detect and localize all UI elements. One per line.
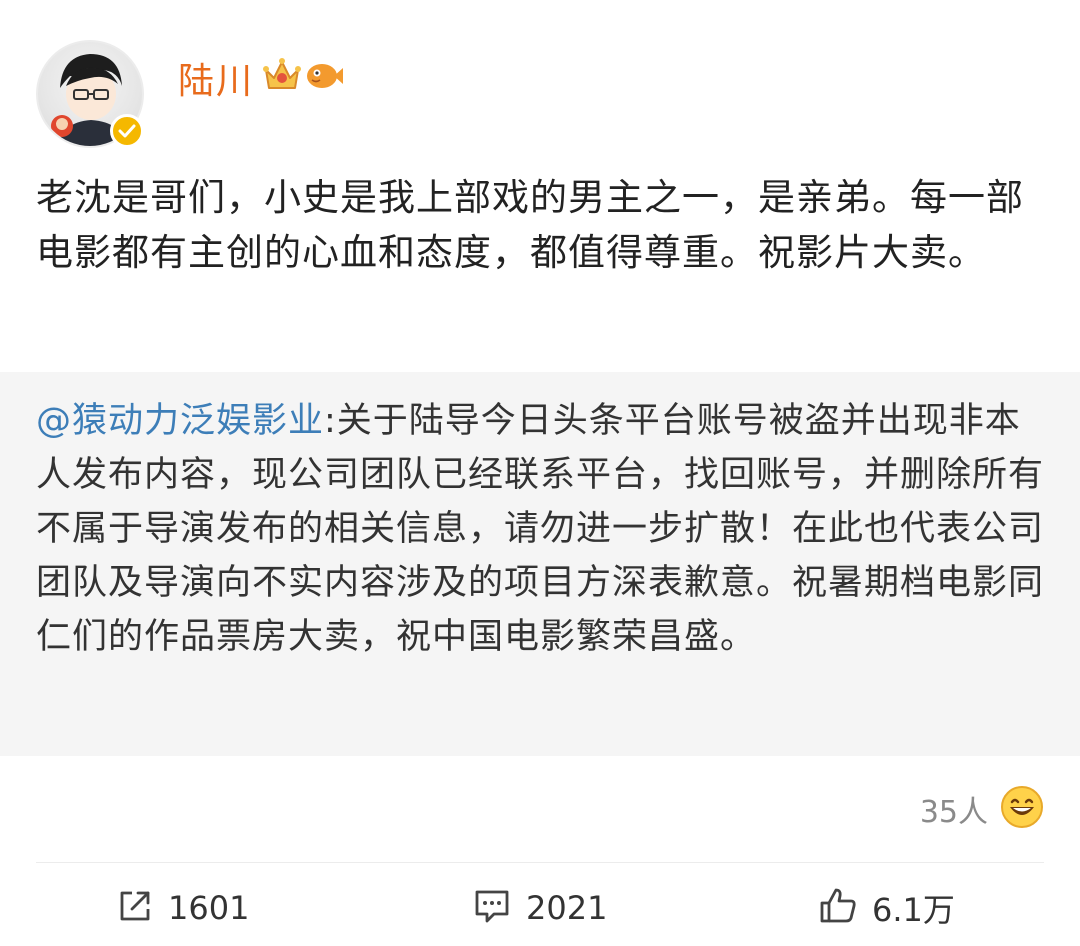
author-avatar[interactable] (36, 40, 144, 148)
reposted-text: @猿动力泛娱影业:关于陆导今日头条平台账号被盗并出现非本人发布内容，现公司团队已… (36, 394, 1046, 664)
thumbs-up-icon (818, 886, 858, 930)
reposted-content[interactable]: @猿动力泛娱影业:关于陆导今日头条平台账号被盗并出现非本人发布内容，现公司团队已… (0, 372, 1080, 756)
repost-count: 1601 (168, 889, 250, 927)
comment-icon (472, 887, 512, 929)
comment-count: 2021 (526, 889, 608, 927)
mention-link[interactable]: @猿动力泛娱影业 (36, 401, 324, 441)
divider (36, 862, 1044, 863)
like-button[interactable]: 6.1万 (818, 878, 955, 938)
like-count: 6.1万 (872, 891, 955, 929)
reaction-count: 35人 (919, 795, 988, 830)
post-body-text: 老沈是哥们，小史是我上部戏的男主之一，是亲弟。每一部电影都有主创的心血和态度，都… (36, 176, 1024, 274)
repost-button[interactable]: 1601 (116, 878, 249, 938)
comment-button[interactable]: 2021 (472, 878, 607, 938)
action-bar: 1601 2021 6.1万 (0, 878, 1080, 938)
fish-badge-icon[interactable] (304, 58, 344, 96)
share-icon (116, 887, 154, 929)
verified-badge-icon (110, 114, 144, 148)
author-name[interactable]: 陆川 (178, 52, 254, 104)
crown-badge-icon[interactable] (262, 56, 302, 96)
grinning-face-icon (1000, 785, 1044, 833)
reaction-summary[interactable]: 35人 (920, 786, 1044, 832)
post-header: 陆川 (0, 0, 1080, 160)
